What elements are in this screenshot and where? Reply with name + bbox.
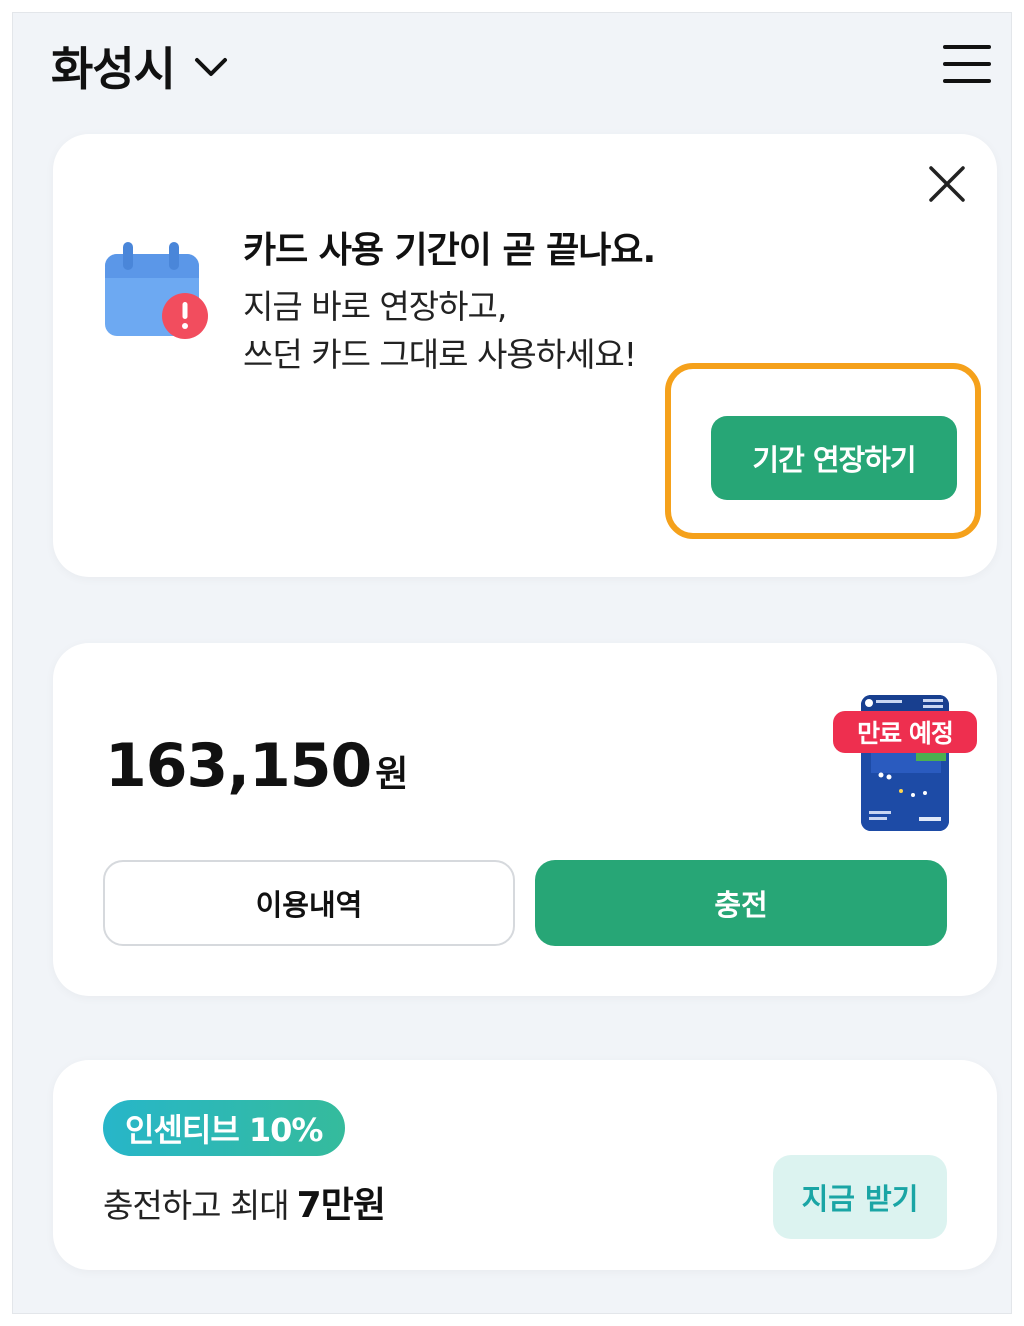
incentive-description: 충전하고 최대 7만원 [103,1176,386,1228]
expire-soon-badge: 만료 예정 [833,711,977,753]
chevron-down-icon [194,58,227,76]
balance-card: 163,150 원 만료 예정 이용내역 충전 [53,643,997,996]
balance-unit: 원 [375,754,409,795]
usage-history-button[interactable]: 이용내역 [103,860,515,946]
expiry-description-line2: 쓰던 카드 그대로 사용하세요! [243,335,637,374]
calendar-alert-icon [105,242,208,339]
incentive-badge: 인센티브 10% [103,1100,345,1156]
expiry-notice-card: 카드 사용 기간이 곧 끝나요. 지금 바로 연장하고, 쓰던 카드 그대로 사… [53,134,997,577]
close-icon[interactable] [925,162,969,206]
charge-button[interactable]: 충전 [535,860,947,946]
extend-period-button[interactable]: 기간 연장하기 [711,416,957,500]
expiry-title: 카드 사용 기간이 곧 끝나요. [243,230,656,271]
hamburger-menu-icon[interactable] [941,41,993,87]
incentive-text: 충전하고 최대 [103,1186,290,1225]
city-selector[interactable]: 화성시 [51,33,229,99]
receive-now-button[interactable]: 지금 받기 [773,1155,947,1239]
balance-display: 163,150 원 [105,731,408,801]
app-screen: 화성시 카드 사용 기간이 곧 끝나요. 지금 바로 연장하고, 쓰던 카드 그… [12,12,1012,1314]
incentive-max-amount: 7만원 [296,1185,386,1226]
expiry-description-line1: 지금 바로 연장하고, [243,287,507,326]
incentive-card: 인센티브 10% 충전하고 최대 7만원 지금 받기 [53,1060,997,1270]
city-name: 화성시 [51,42,176,96]
balance-amount: 163,150 [105,731,372,801]
